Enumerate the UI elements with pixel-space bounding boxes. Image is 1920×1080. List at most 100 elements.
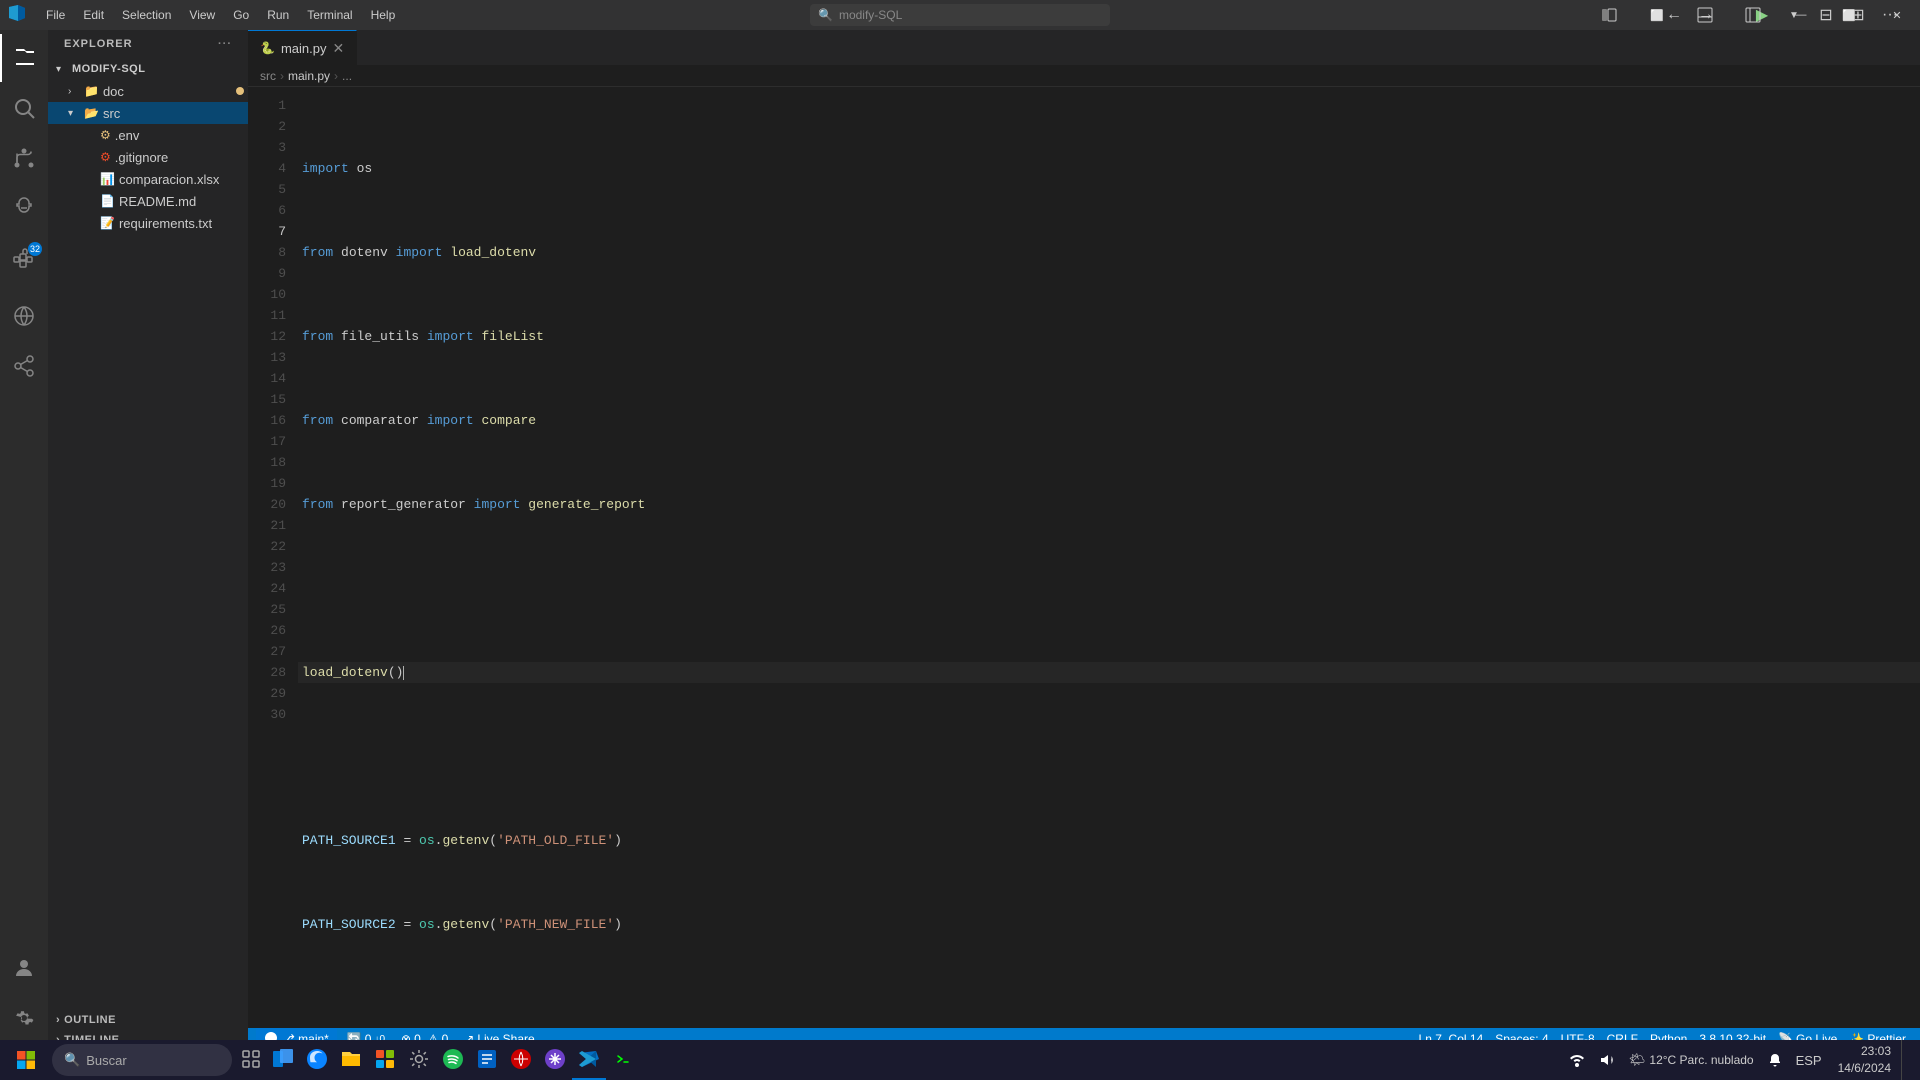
activity-debug[interactable] xyxy=(0,184,48,232)
ln-12: 12 xyxy=(248,326,286,347)
ln-5: 5 xyxy=(248,179,286,200)
tree-doc[interactable]: › 📁 doc xyxy=(48,80,248,102)
ln-21: 21 xyxy=(248,515,286,536)
taskbar-settings2[interactable] xyxy=(402,1040,436,1080)
ln-10: 10 xyxy=(248,284,286,305)
activity-account[interactable] xyxy=(0,944,48,992)
tray-language[interactable]: ESP xyxy=(1790,1040,1828,1080)
breadcrumb-dots: ... xyxy=(342,69,352,83)
tree-gitignore[interactable]: ⚙ .gitignore xyxy=(48,146,248,168)
tree-env[interactable]: ⚙ .env xyxy=(48,124,248,146)
taskbar-spotify[interactable] xyxy=(436,1040,470,1080)
tabs-bar: 🐍 main.py ✕ xyxy=(248,30,1920,65)
code-line-4: from comparator import compare xyxy=(298,410,1920,431)
taskbar-search[interactable]: 🔍 Buscar xyxy=(52,1044,232,1076)
readme-icon: 📄 xyxy=(100,194,115,208)
activity-settings[interactable] xyxy=(0,994,48,1042)
menu-run[interactable]: Run xyxy=(259,6,297,24)
tree-root[interactable]: ▾ MODIFY-SQL xyxy=(48,58,248,80)
code-line-10: PATH_SOURCE2 = os.getenv('PATH_NEW_FILE'… xyxy=(298,914,1920,935)
taskbar-browser[interactable] xyxy=(504,1040,538,1080)
menu-bar: File Edit Selection View Go Run Terminal… xyxy=(38,6,403,24)
code-line-1: import os xyxy=(298,158,1920,179)
menu-help[interactable]: Help xyxy=(363,6,404,24)
ln-14: 14 xyxy=(248,368,286,389)
explorer-title: EXPLORER xyxy=(64,38,133,50)
taskbar-explorer[interactable] xyxy=(266,1040,300,1080)
activity-liveshare[interactable] xyxy=(0,342,48,390)
ln-15: 15 xyxy=(248,389,286,410)
activity-bar-toggle[interactable] xyxy=(1730,0,1776,30)
tab-close-icon[interactable]: ✕ xyxy=(332,41,344,55)
activity-remote[interactable] xyxy=(0,292,48,340)
tree-xlsx[interactable]: 📊 comparacion.xlsx xyxy=(48,168,248,190)
activity-extensions[interactable]: 32 xyxy=(0,234,48,282)
menu-terminal[interactable]: Terminal xyxy=(299,6,360,24)
activity-bottom xyxy=(0,944,48,1050)
req-label: requirements.txt xyxy=(119,216,248,231)
tree-src[interactable]: ▾ 📂 src xyxy=(48,102,248,124)
tray-network[interactable] xyxy=(1563,1040,1591,1080)
gitignore-icon: ⚙ xyxy=(100,150,111,164)
tab-main-py[interactable]: 🐍 main.py ✕ xyxy=(248,30,357,65)
code-editor[interactable]: 1 2 3 4 5 6 7 8 9 10 11 12 13 14 15 16 1… xyxy=(248,87,1920,1028)
code-line-5: from report_generator import generate_re… xyxy=(298,494,1920,515)
ln-17: 17 xyxy=(248,431,286,452)
ln-18: 18 xyxy=(248,452,286,473)
menu-selection[interactable]: Selection xyxy=(114,6,179,24)
code-content[interactable]: import os from dotenv import load_dotenv… xyxy=(298,87,1920,1028)
taskbar-terminal[interactable] xyxy=(606,1040,640,1080)
tree-requirements[interactable]: 📝 requirements.txt xyxy=(48,212,248,234)
minimize-button[interactable]: — xyxy=(1778,0,1824,30)
outline-panel-header[interactable]: › OUTLINE xyxy=(48,1010,248,1030)
ln-29: 29 xyxy=(248,683,286,704)
code-line-7: load_dotenv() xyxy=(298,662,1920,683)
title-search[interactable]: 🔍 modify-SQL xyxy=(810,4,1110,26)
menu-view[interactable]: View xyxy=(181,6,223,24)
taskbar-vscode[interactable] xyxy=(572,1040,606,1080)
app-icon xyxy=(8,4,26,27)
xlsx-icon: 📊 xyxy=(100,172,115,186)
close-button[interactable]: ✕ xyxy=(1874,0,1920,30)
menu-file[interactable]: File xyxy=(38,6,73,24)
activity-explorer[interactable] xyxy=(0,34,48,82)
sidebar-more-icon[interactable]: ··· xyxy=(218,38,232,50)
code-line-8 xyxy=(298,746,1920,767)
line-numbers: 1 2 3 4 5 6 7 8 9 10 11 12 13 14 15 16 1… xyxy=(248,87,298,1028)
taskbar: 🔍 Buscar xyxy=(0,1040,1920,1080)
menu-edit[interactable]: Edit xyxy=(75,6,112,24)
maximize-editor[interactable]: ⬜ xyxy=(1634,0,1680,30)
taskbar-files[interactable] xyxy=(334,1040,368,1080)
tray-notifications[interactable] xyxy=(1762,1040,1788,1080)
activity-git[interactable] xyxy=(0,134,48,182)
activity-search[interactable] xyxy=(0,84,48,132)
text-cursor xyxy=(403,666,404,680)
doc-label: doc xyxy=(103,84,232,99)
ln-1: 1 xyxy=(248,95,286,116)
breadcrumb-sep1: › xyxy=(280,69,284,83)
taskbar-edge[interactable] xyxy=(300,1040,334,1080)
ln-28: 28 xyxy=(248,662,286,683)
tray-volume[interactable] xyxy=(1593,1040,1621,1080)
doc-modified-dot xyxy=(236,87,244,95)
code-line-3: from file_utils import fileList xyxy=(298,326,1920,347)
doc-arrow: › xyxy=(68,86,80,97)
restore-button[interactable]: ⬜ xyxy=(1826,0,1872,30)
taskview-button[interactable] xyxy=(236,1040,266,1080)
code-line-11 xyxy=(298,998,1920,1019)
readme-label: README.md xyxy=(119,194,248,209)
show-desktop[interactable] xyxy=(1901,1040,1912,1080)
tray-weather[interactable]: 🌤 12°C Parc. nublado xyxy=(1623,1040,1760,1080)
taskbar-store[interactable] xyxy=(368,1040,402,1080)
menu-go[interactable]: Go xyxy=(225,6,257,24)
sidebar-toggle[interactable] xyxy=(1586,0,1632,30)
src-arrow: ▾ xyxy=(68,108,80,119)
req-icon: 📝 xyxy=(100,216,115,230)
taskbar-git-desktop[interactable] xyxy=(538,1040,572,1080)
tree-readme[interactable]: 📄 README.md xyxy=(48,190,248,212)
system-clock[interactable]: 23:03 14/6/2024 xyxy=(1830,1043,1899,1077)
start-button[interactable] xyxy=(4,1040,48,1080)
ln-23: 23 xyxy=(248,557,286,578)
panel-toggle[interactable] xyxy=(1682,0,1728,30)
taskbar-notes[interactable] xyxy=(470,1040,504,1080)
